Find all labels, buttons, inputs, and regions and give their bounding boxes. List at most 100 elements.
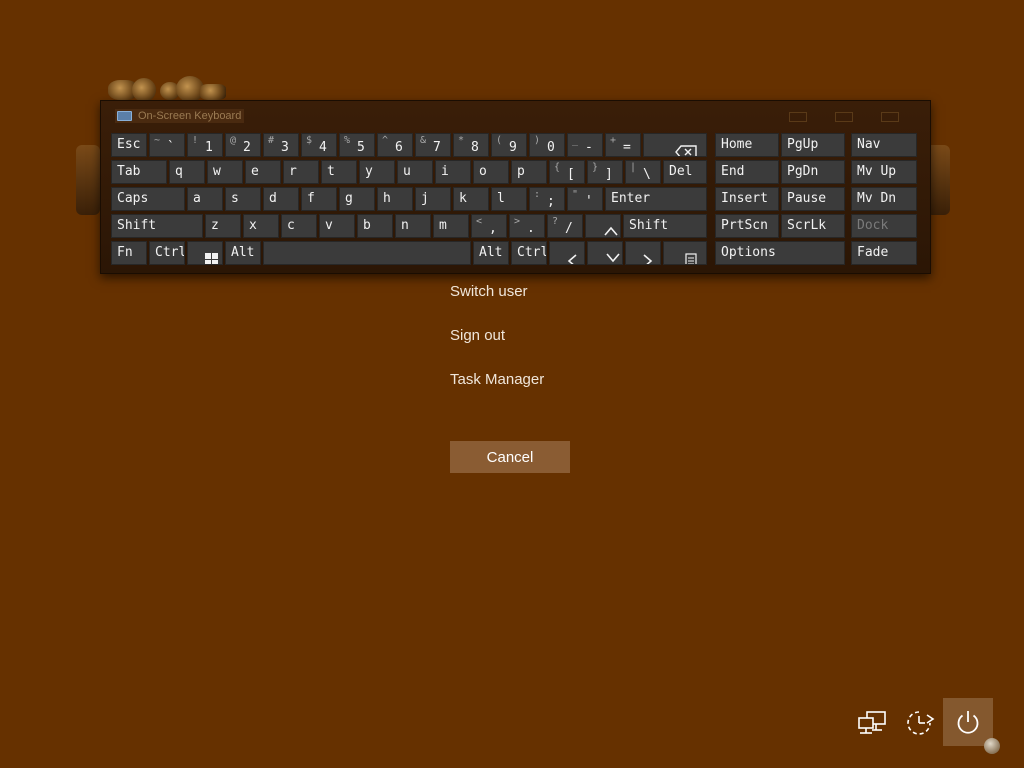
- key-b[interactable]: b: [357, 214, 393, 238]
- key-label: Pause: [787, 191, 827, 206]
- key-caps[interactable]: Caps: [111, 187, 185, 211]
- key-dock[interactable]: Dock: [851, 214, 917, 238]
- key-fade[interactable]: Fade: [851, 241, 917, 265]
- key-2[interactable]: @2: [225, 133, 261, 157]
- key-shift[interactable]: Shift: [111, 214, 203, 238]
- key-j[interactable]: j: [415, 187, 451, 211]
- key-windows-icon[interactable]: [187, 241, 223, 265]
- key-e[interactable]: e: [245, 160, 281, 184]
- key-tab[interactable]: Tab: [111, 160, 167, 184]
- key-context-menu-icon[interactable]: [663, 241, 707, 265]
- task-manager-link[interactable]: Task Manager: [450, 371, 544, 388]
- gear-ornament: [132, 78, 156, 102]
- sign-out-link[interactable]: Sign out: [450, 327, 505, 344]
- key-prtscn[interactable]: PrtScn: [715, 214, 779, 238]
- key-enter[interactable]: Enter: [605, 187, 707, 211]
- key-arrow-right-icon[interactable]: [625, 241, 661, 265]
- key-fn[interactable]: Fn: [111, 241, 147, 265]
- key-symbol[interactable]: _ -: [567, 133, 603, 157]
- key-g[interactable]: g: [339, 187, 375, 211]
- key-u[interactable]: u: [397, 160, 433, 184]
- key-d[interactable]: d: [263, 187, 299, 211]
- key-shift-char: >: [514, 216, 521, 227]
- switch-user-link[interactable]: Switch user: [450, 283, 528, 300]
- key-5[interactable]: % 5: [339, 133, 375, 157]
- key-arrow-left-icon[interactable]: [549, 241, 585, 265]
- key-6[interactable]: ^ 6: [377, 133, 413, 157]
- key-symbol[interactable]: + =: [605, 133, 641, 157]
- minimize-button[interactable]: [789, 112, 807, 122]
- key-options[interactable]: Options: [715, 241, 845, 265]
- key-symbol[interactable]: <,: [471, 214, 507, 238]
- key-l[interactable]: l: [491, 187, 527, 211]
- key-c[interactable]: c: [281, 214, 317, 238]
- power-button[interactable]: [943, 698, 993, 746]
- key-end[interactable]: End: [715, 160, 779, 184]
- cancel-button[interactable]: Cancel: [450, 441, 570, 473]
- key-scrlk[interactable]: ScrLk: [781, 214, 845, 238]
- key-insert[interactable]: Insert: [715, 187, 779, 211]
- key-label: Enter: [611, 191, 651, 206]
- key-3[interactable]: #3: [263, 133, 299, 157]
- key-del[interactable]: Del: [663, 160, 707, 184]
- key-symbol[interactable]: ~ `: [149, 133, 185, 157]
- close-button[interactable]: [881, 112, 899, 122]
- key-arrow-up-icon[interactable]: [585, 214, 621, 238]
- key-a[interactable]: a: [187, 187, 223, 211]
- key-p[interactable]: p: [511, 160, 547, 184]
- key-w[interactable]: w: [207, 160, 243, 184]
- key-label: t: [327, 164, 335, 179]
- key-1[interactable]: ! 1: [187, 133, 223, 157]
- key-ctrl[interactable]: Ctrl: [149, 241, 185, 265]
- key-home[interactable]: Home: [715, 133, 779, 157]
- key-k[interactable]: k: [453, 187, 489, 211]
- key-pause[interactable]: Pause: [781, 187, 845, 211]
- key-alt[interactable]: Alt: [225, 241, 261, 265]
- key-ctrl[interactable]: Ctrl: [511, 241, 547, 265]
- key-8[interactable]: * 8: [453, 133, 489, 157]
- key-z[interactable]: z: [205, 214, 241, 238]
- key-t[interactable]: t: [321, 160, 357, 184]
- key-symbol[interactable]: " ': [567, 187, 603, 211]
- ease-of-access-icon[interactable]: [898, 704, 940, 742]
- key-n[interactable]: n: [395, 214, 431, 238]
- key-label: Shift: [629, 218, 669, 233]
- key-m[interactable]: m: [433, 214, 469, 238]
- key-shift[interactable]: Shift: [623, 214, 707, 238]
- key-symbol[interactable]: }]: [587, 160, 623, 184]
- key-mv-up[interactable]: Mv Up: [851, 160, 917, 184]
- key-symbol[interactable]: >.: [509, 214, 545, 238]
- network-icon[interactable]: [853, 704, 891, 742]
- key-backspace-icon[interactable]: [643, 133, 707, 157]
- key-mv-dn[interactable]: Mv Dn: [851, 187, 917, 211]
- osk-titlebar[interactable]: On-Screen Keyboard: [101, 101, 930, 131]
- key-f[interactable]: f: [301, 187, 337, 211]
- key-o[interactable]: o: [473, 160, 509, 184]
- key-i[interactable]: i: [435, 160, 471, 184]
- key-x[interactable]: x: [243, 214, 279, 238]
- key-9[interactable]: (9: [491, 133, 527, 157]
- key-4[interactable]: $4: [301, 133, 337, 157]
- key-symbol[interactable]: | \: [625, 160, 661, 184]
- spacebar-key[interactable]: [263, 241, 471, 265]
- key-esc[interactable]: Esc: [111, 133, 147, 157]
- key-0[interactable]: ) 0: [529, 133, 565, 157]
- key-nav[interactable]: Nav: [851, 133, 917, 157]
- key-symbol[interactable]: {[: [549, 160, 585, 184]
- key-r[interactable]: r: [283, 160, 319, 184]
- key-arrow-down-icon[interactable]: [587, 241, 623, 265]
- key-h[interactable]: h: [377, 187, 413, 211]
- key-shift-char: @: [230, 135, 237, 146]
- key-7[interactable]: & 7: [415, 133, 451, 157]
- key-main-char: ;: [547, 194, 555, 209]
- key-symbol[interactable]: ? /: [547, 214, 583, 238]
- maximize-button[interactable]: [835, 112, 853, 122]
- key-v[interactable]: v: [319, 214, 355, 238]
- key-pgup[interactable]: PgUp: [781, 133, 845, 157]
- key-y[interactable]: y: [359, 160, 395, 184]
- key-symbol[interactable]: :;: [529, 187, 565, 211]
- key-alt[interactable]: Alt: [473, 241, 509, 265]
- key-q[interactable]: q: [169, 160, 205, 184]
- key-s[interactable]: s: [225, 187, 261, 211]
- key-pgdn[interactable]: PgDn: [781, 160, 845, 184]
